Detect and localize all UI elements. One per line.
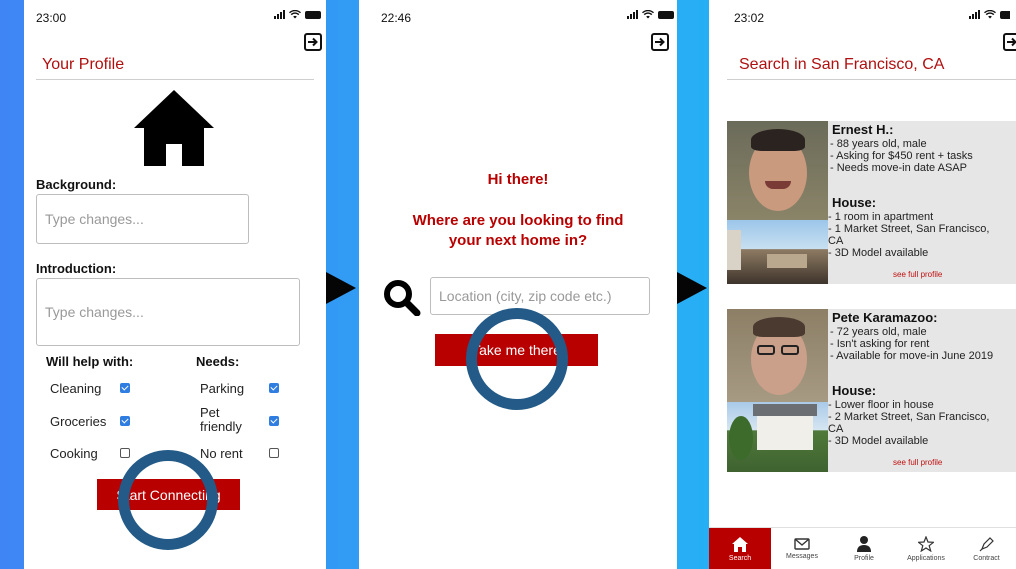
tab-label: Search [728,554,752,562]
tap-indicator-ring [118,450,218,550]
needs-no-rent-label: No rent [200,446,243,461]
needs-parking-label: Parking [200,381,245,396]
flow-arrow-2 [677,272,707,304]
signal-icon [274,10,285,19]
tab-search[interactable]: Search [709,528,771,569]
house-detail: CA [828,423,844,435]
tab-contract[interactable]: Contract [957,528,1016,569]
title-divider [727,79,1016,80]
status-time: 23:00 [36,11,67,25]
tab-label: Contract [973,555,1000,562]
house-detail: - 1 room in apartment [828,211,934,223]
battery-icon [658,11,674,19]
bottom-tab-bar: Search Messages Profile Applications Con… [709,527,1016,569]
person-icon [857,536,871,552]
help-groceries-checkbox[interactable] [120,416,130,426]
battery-icon [1000,11,1010,19]
greeting-heading: Hi there! [487,171,549,188]
tab-label: Profile [854,555,874,562]
background-placeholder: Type changes... [45,211,144,227]
house-label: House: [832,195,877,210]
house-detail: - 3D Model available [828,247,929,259]
needs-title: Needs: [196,354,240,369]
person-detail: - 88 years old, male [830,138,927,150]
tab-profile[interactable]: Profile [833,528,895,569]
status-time: 23:02 [734,11,765,25]
wifi-icon [642,10,654,19]
exit-icon[interactable] [1002,32,1016,52]
signal-icon [969,10,980,19]
title-divider [36,79,314,80]
page-title: Search in San Francisco, CA [739,56,945,73]
exit-icon[interactable] [650,32,670,52]
help-cleaning-checkbox[interactable] [120,383,130,393]
introduction-label: Introduction: [36,261,117,276]
see-full-profile-link[interactable]: see full profile [893,270,942,279]
status-icons [274,10,321,19]
search-icon [384,280,421,316]
profile-photo[interactable] [727,121,828,220]
house-label: House: [832,383,877,398]
house-detail: CA [828,235,844,247]
background-label: Background: [36,177,117,192]
person-name: Ernest H.: [832,122,894,137]
home-icon [732,536,748,552]
help-cleaning-label: Cleaning [50,381,102,396]
house-detail: - 1 Market Street, San Francisco, [828,223,990,235]
person-detail: - 72 years old, male [830,326,927,338]
person-detail: - Available for move-in June 2019 [830,350,994,362]
profile-photo[interactable] [727,309,828,402]
location-screen: 22:46 Hi there! Where are you looking to… [359,0,677,569]
needs-pet-friendly-checkbox[interactable] [269,416,279,426]
house-photo[interactable] [727,220,828,284]
star-icon [918,536,934,552]
house-detail: - Lower floor in house [828,399,934,411]
person-name: Pete Karamazoo: [832,310,938,325]
profile-screen: 23:00 Your Profile Background: Type chan… [24,0,326,569]
page-title: Your Profile [42,56,125,73]
location-placeholder: Location (city, zip code etc.) [439,288,612,304]
help-groceries-label: Groceries [50,414,107,429]
house-icon [134,90,214,166]
background-input[interactable]: Type changes... [36,194,249,244]
needs-no-rent-checkbox[interactable] [269,448,279,458]
tab-label: Applications [907,555,945,562]
envelope-icon [794,538,810,550]
status-icons [627,10,674,19]
tap-indicator-ring [466,308,568,410]
wifi-icon [289,10,301,19]
person-detail: - Isn't asking for rent [830,338,930,350]
person-detail: - Asking for $450 rent + tasks [830,150,973,162]
will-help-title: Will help with: [46,354,134,369]
house-photo[interactable] [727,402,828,472]
house-detail: - 2 Market Street, San Francisco, [828,411,990,423]
battery-icon [305,11,321,19]
help-cooking-label: Cooking [50,446,98,461]
signal-icon [627,10,638,19]
person-detail: - Needs move-in date ASAP [830,162,967,174]
flow-arrow-1 [326,272,356,304]
house-detail: - 3D Model available [828,435,929,447]
help-cooking-checkbox[interactable] [120,448,130,458]
tab-label: Messages [786,553,818,560]
location-input[interactable]: Location (city, zip code etc.) [430,277,650,315]
search-results-screen: 23:02 Search in San Francisco, CA Ernest… [709,0,1016,569]
location-question: Where are you looking to find your next … [412,212,624,249]
introduction-input[interactable]: Type changes... [36,278,300,346]
see-full-profile-link[interactable]: see full profile [893,458,942,467]
needs-pet-friendly-label: Pet friendly [200,405,242,434]
status-time: 22:46 [381,11,412,25]
tab-applications[interactable]: Applications [895,528,957,569]
status-icons [969,10,1010,19]
introduction-placeholder: Type changes... [45,304,144,320]
tab-messages[interactable]: Messages [771,528,833,569]
exit-icon[interactable] [303,32,323,52]
wifi-icon [984,10,996,19]
pen-icon [979,537,994,552]
needs-parking-checkbox[interactable] [269,383,279,393]
